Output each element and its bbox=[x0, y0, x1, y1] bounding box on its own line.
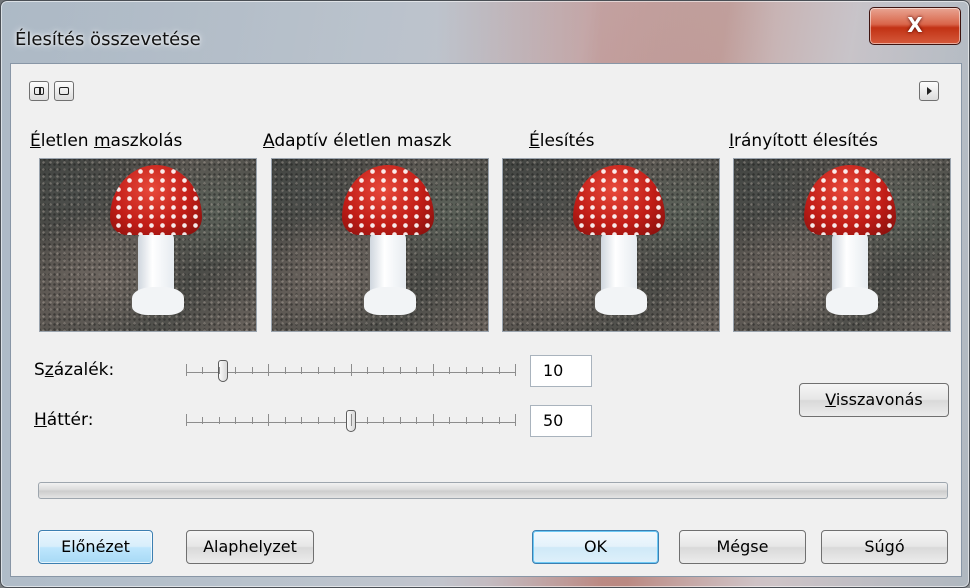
slider-tick bbox=[186, 414, 187, 426]
slider-tick bbox=[252, 367, 253, 374]
dialog-window: Élesítés összevetése X Életlen maszkolás… bbox=[0, 0, 970, 588]
slider-tick bbox=[318, 367, 319, 374]
slider-tick bbox=[235, 417, 236, 424]
percent-slider[interactable] bbox=[186, 356, 516, 388]
slider-tick bbox=[285, 367, 286, 374]
slider-tick bbox=[482, 417, 483, 424]
slider-tick bbox=[285, 417, 286, 424]
preview-label-directional: Irányított élesítés bbox=[729, 131, 878, 151]
slider-tick bbox=[318, 417, 319, 424]
slider-tick bbox=[515, 364, 516, 376]
slider-tick bbox=[466, 417, 467, 424]
slider-tick bbox=[186, 364, 187, 376]
slider-tick bbox=[482, 367, 483, 374]
ok-button[interactable]: OK bbox=[532, 530, 659, 564]
slider-tick bbox=[367, 417, 368, 424]
slider-tick bbox=[449, 417, 450, 424]
preview-button[interactable]: Előnézet bbox=[38, 530, 153, 564]
slider-tick bbox=[334, 367, 335, 374]
cancel-button[interactable]: Mégse bbox=[679, 530, 806, 564]
split-view-button[interactable] bbox=[29, 81, 49, 101]
slider-tick bbox=[416, 417, 417, 424]
slider-tick bbox=[433, 414, 434, 426]
slider-tick bbox=[515, 414, 516, 426]
percent-value-field[interactable]: 10 bbox=[530, 355, 592, 387]
slider-tick bbox=[383, 417, 384, 424]
slider-tick bbox=[400, 417, 401, 424]
preview-label-adaptive: Adaptív életlen maszk bbox=[263, 131, 452, 151]
slider-tick bbox=[400, 367, 401, 374]
preview-image-adaptive[interactable] bbox=[271, 158, 489, 332]
slider-tick bbox=[301, 367, 302, 374]
slider-tick bbox=[301, 417, 302, 424]
slider-tick bbox=[499, 417, 500, 424]
preview-label-sharpen: Élesítés bbox=[529, 131, 595, 151]
background-slider[interactable] bbox=[186, 406, 516, 438]
slider-tick bbox=[499, 367, 500, 374]
slider-tick bbox=[252, 417, 253, 424]
preview-image-unsharp[interactable] bbox=[39, 158, 257, 332]
preview-label-unsharp: Életlen maszkolás bbox=[30, 131, 183, 151]
slider-tick bbox=[268, 364, 269, 376]
preview-image-sharpen[interactable] bbox=[502, 158, 720, 332]
slider-tick bbox=[351, 414, 352, 426]
progress-bar bbox=[38, 482, 948, 499]
slider-tick bbox=[202, 367, 203, 374]
help-button[interactable]: Súgó bbox=[821, 530, 948, 564]
slider-tick bbox=[268, 414, 269, 426]
single-view-button[interactable] bbox=[54, 81, 74, 101]
slider-tick bbox=[219, 367, 220, 374]
close-icon: X bbox=[907, 13, 923, 37]
slider-tick bbox=[202, 417, 203, 424]
slider-tick bbox=[219, 417, 220, 424]
background-value-field[interactable]: 50 bbox=[530, 405, 592, 437]
slider-tick bbox=[449, 367, 450, 374]
slider-tick bbox=[433, 364, 434, 376]
expand-button[interactable] bbox=[919, 81, 939, 101]
default-button[interactable]: Alaphelyzet bbox=[186, 530, 314, 564]
slider-tick bbox=[334, 417, 335, 424]
slider-tick bbox=[235, 367, 236, 374]
slider-tick bbox=[351, 364, 352, 376]
slider-tick bbox=[367, 367, 368, 374]
play-icon bbox=[927, 87, 932, 95]
slider-tick bbox=[383, 367, 384, 374]
slider-tick bbox=[416, 367, 417, 374]
window-title: Élesítés összevetése bbox=[15, 29, 201, 50]
background-label: Háttér: bbox=[34, 410, 94, 430]
preview-image-directional[interactable] bbox=[733, 158, 951, 332]
slider-tick bbox=[466, 367, 467, 374]
close-button[interactable]: X bbox=[869, 7, 961, 45]
reset-button[interactable]: Visszavonás bbox=[799, 383, 949, 417]
percent-label: Százalék: bbox=[34, 360, 115, 380]
dialog-client-area: Életlen maszkolás Adaptív életlen maszk … bbox=[10, 63, 962, 577]
